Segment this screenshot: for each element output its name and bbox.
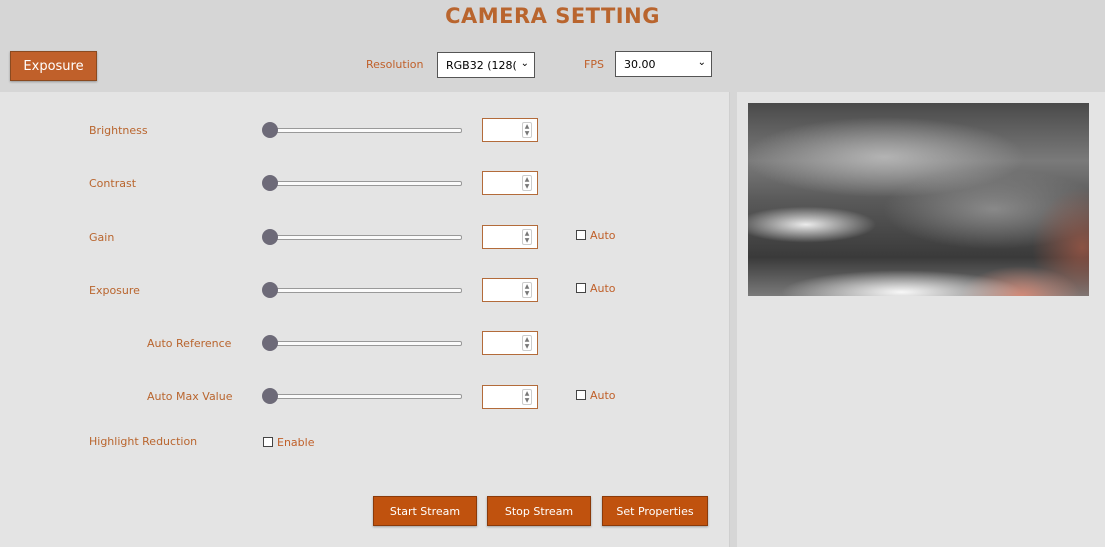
spinner-arrows-icon[interactable]: ▲ ▼ — [522, 282, 532, 298]
auto-max-value-auto-checkbox[interactable]: Auto — [576, 389, 616, 402]
exposure-slider[interactable] — [262, 282, 462, 298]
auto-max-value-spinbox[interactable]: ▲ ▼ — [482, 385, 538, 409]
chevron-down-icon: ⌄ — [697, 57, 706, 68]
spinner-arrows-icon[interactable]: ▲ ▼ — [522, 229, 532, 245]
slider-track — [266, 128, 462, 133]
spinner-arrows-icon[interactable]: ▲ ▼ — [522, 175, 532, 191]
spinner-arrows-icon[interactable]: ▲ ▼ — [522, 335, 532, 351]
exposure-spinbox[interactable]: ▲ ▼ — [482, 278, 538, 302]
brightness-label: Brightness — [89, 124, 148, 137]
gain-slider[interactable] — [262, 229, 462, 245]
contrast-slider[interactable] — [262, 175, 462, 191]
slider-track — [266, 288, 462, 293]
settings-panel — [0, 92, 730, 547]
fps-select[interactable]: 30.00 ⌄ — [615, 51, 712, 77]
fps-label: FPS — [584, 58, 604, 71]
auto-reference-slider[interactable] — [262, 335, 462, 351]
fps-select-value: 30.00 — [624, 58, 656, 71]
highlight-reduction-enable-checkbox[interactable]: Enable — [263, 436, 314, 449]
slider-track — [266, 341, 462, 346]
slider-track — [266, 394, 462, 399]
slider-track — [266, 181, 462, 186]
gain-spinbox[interactable]: ▲ ▼ — [482, 225, 538, 249]
slider-thumb[interactable] — [262, 229, 278, 245]
slider-track — [266, 235, 462, 240]
slider-thumb[interactable] — [262, 175, 278, 191]
slider-thumb[interactable] — [262, 282, 278, 298]
stop-stream-button[interactable]: Stop Stream — [487, 496, 591, 526]
gain-label: Gain — [89, 231, 115, 244]
auto-max-value-label: Auto Max Value — [147, 390, 233, 403]
page-title: CAMERA SETTING — [445, 4, 660, 28]
contrast-label: Contrast — [89, 177, 137, 190]
spinner-arrows-icon[interactable]: ▲ ▼ — [522, 122, 532, 138]
auto-reference-label: Auto Reference — [147, 337, 232, 350]
resolution-select[interactable]: RGB32 (128( ⌄ — [437, 52, 535, 78]
checkbox-icon[interactable] — [576, 390, 586, 400]
camera-preview-image — [748, 103, 1089, 296]
brightness-spinbox[interactable]: ▲ ▼ — [482, 118, 538, 142]
checkbox-icon[interactable] — [263, 437, 273, 447]
resolution-label: Resolution — [366, 58, 424, 71]
exposure-label: Exposure — [89, 284, 140, 297]
start-stream-button[interactable]: Start Stream — [373, 496, 477, 526]
chevron-down-icon: ⌄ — [520, 58, 529, 69]
slider-thumb[interactable] — [262, 388, 278, 404]
spinner-arrows-icon[interactable]: ▲ ▼ — [522, 389, 532, 405]
resolution-select-value: RGB32 (128( — [446, 59, 517, 72]
highlight-reduction-label: Highlight Reduction — [89, 435, 198, 448]
exposure-tab-button[interactable]: Exposure — [10, 51, 97, 81]
auto-reference-spinbox[interactable]: ▲ ▼ — [482, 331, 538, 355]
gain-auto-checkbox[interactable]: Auto — [576, 229, 616, 242]
slider-thumb[interactable] — [262, 122, 278, 138]
checkbox-icon[interactable] — [576, 283, 586, 293]
brightness-slider[interactable] — [262, 122, 462, 138]
set-properties-button[interactable]: Set Properties — [602, 496, 708, 526]
exposure-auto-checkbox[interactable]: Auto — [576, 282, 616, 295]
auto-max-value-slider[interactable] — [262, 388, 462, 404]
slider-thumb[interactable] — [262, 335, 278, 351]
checkbox-icon[interactable] — [576, 230, 586, 240]
contrast-spinbox[interactable]: ▲ ▼ — [482, 171, 538, 195]
